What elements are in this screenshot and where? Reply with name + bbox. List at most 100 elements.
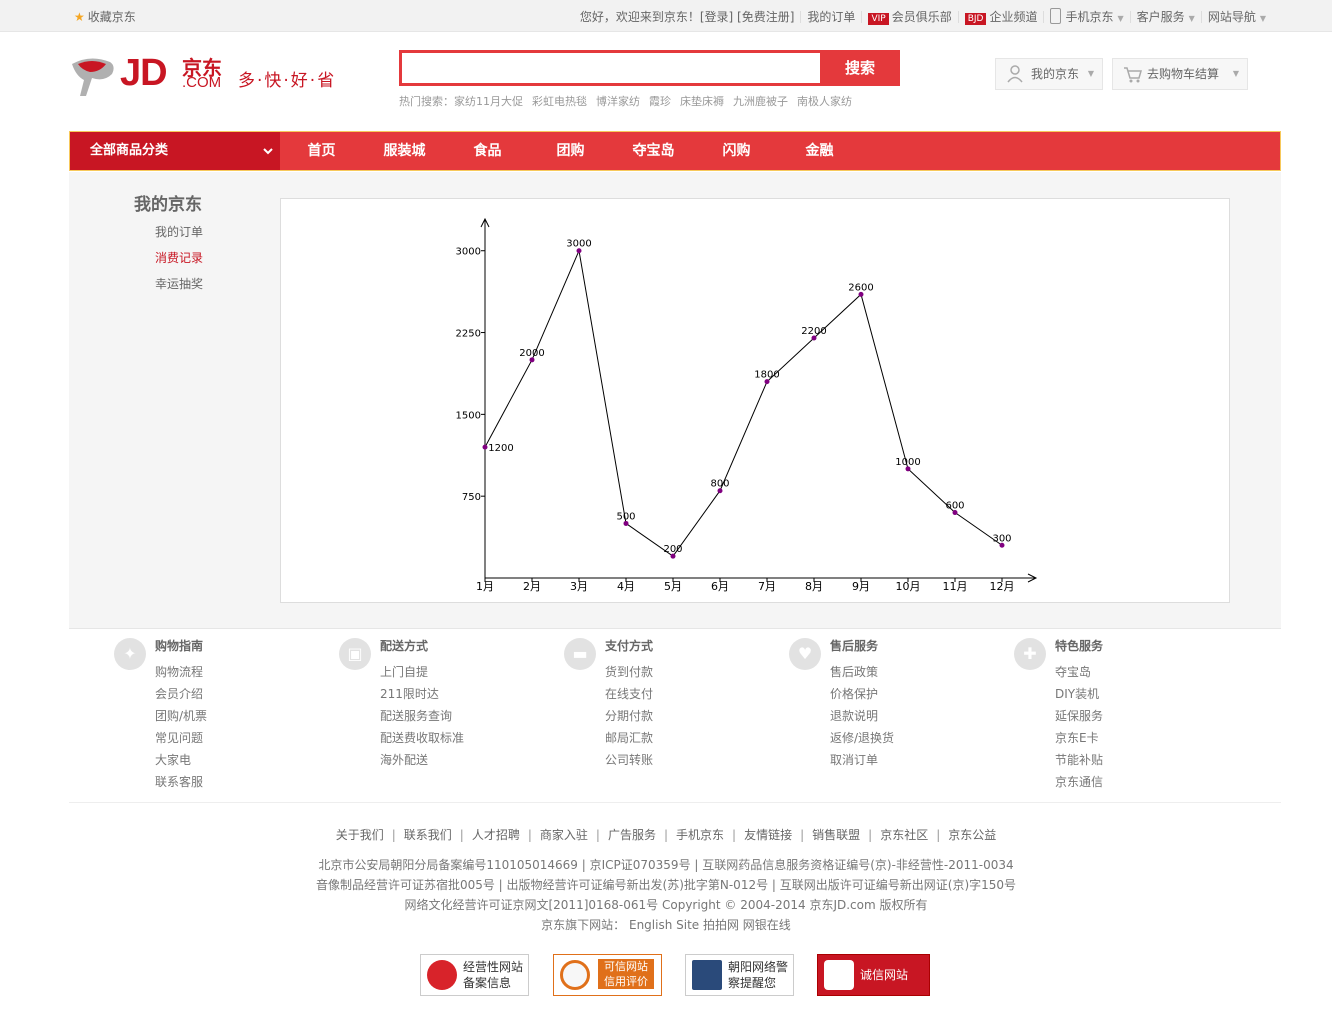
- cart-button[interactable]: 去购物车结算 ▼: [1112, 58, 1248, 90]
- top-bar: ★ 收藏京东 您好，欢迎来到京东！[登录] [免费注册] 我的订单 VIP 会员俱乐…: [0, 0, 1332, 32]
- footer-link[interactable]: 海外配送: [380, 751, 428, 768]
- x-tick-label: 9月: [852, 580, 870, 593]
- nav-clothing[interactable]: 服装城: [363, 132, 446, 170]
- greeting-login-register[interactable]: 您好，欢迎来到京东！[登录] [免费注册]: [574, 8, 801, 25]
- nav-flash-sale[interactable]: 闪购: [695, 132, 778, 170]
- footer-link[interactable]: 邮局汇款: [605, 729, 653, 746]
- cert-police[interactable]: 朝阳网络警 察提醒您: [685, 954, 794, 996]
- footer-bottom-link[interactable]: 友情链接: [744, 828, 792, 842]
- divider: |: [459, 828, 464, 842]
- chevron-down-icon: ▼: [1259, 14, 1266, 23]
- all-categories-menu[interactable]: 全部商品分类: [70, 132, 280, 170]
- hot-term[interactable]: 九洲鹿被子: [733, 95, 788, 108]
- nav-home[interactable]: 首页: [280, 132, 363, 170]
- footer-link[interactable]: 团购/机票: [155, 707, 207, 724]
- hot-term[interactable]: 霞珍: [649, 95, 671, 108]
- footer-bottom-link[interactable]: 销售联盟: [812, 828, 860, 842]
- footer-bottom-link[interactable]: 联系我们: [404, 828, 452, 842]
- footer-link[interactable]: 211限时达: [380, 685, 439, 702]
- divider: |: [868, 828, 873, 842]
- customer-service-menu[interactable]: 客户服务 ▼: [1131, 8, 1201, 25]
- footer-link[interactable]: 延保服务: [1055, 707, 1103, 724]
- hot-term[interactable]: 南极人家纺: [797, 95, 852, 108]
- content-area: 我的京东 我的订单 消费记录 幸运抽奖 750 1500 2250 3000 1月 2月 3…: [69, 172, 1281, 628]
- footer-link[interactable]: 配送服务查询: [380, 707, 452, 724]
- chevron-down-icon: ▼: [1117, 14, 1124, 23]
- sidebar-item-lucky-draw[interactable]: 幸运抽奖: [155, 275, 203, 292]
- my-jd-dropdown[interactable]: 我的京东 ▼: [995, 58, 1103, 90]
- hot-term[interactable]: 家纺11月大促: [454, 95, 523, 108]
- footer-bottom-link[interactable]: 京东社区: [880, 828, 928, 842]
- copyright-line: 网络文化经营许可证京网文[2011]0168-061号 Copyright © …: [404, 898, 928, 912]
- footer-link[interactable]: 售后政策: [830, 663, 878, 680]
- footer-link[interactable]: 会员介绍: [155, 685, 203, 702]
- footer-bottom-link[interactable]: 京东公益: [948, 828, 996, 842]
- footer-link[interactable]: 货到付款: [605, 663, 653, 680]
- footer-link[interactable]: 大家电: [155, 751, 191, 768]
- nav-group-buy[interactable]: 团购: [529, 132, 612, 170]
- nav-auction[interactable]: 夺宝岛: [612, 132, 695, 170]
- footer-link[interactable]: 在线支付: [605, 685, 653, 702]
- divider: |: [732, 828, 737, 842]
- footer-link[interactable]: 返修/退换货: [830, 729, 894, 746]
- site-nav-menu[interactable]: 网站导航 ▼: [1202, 8, 1272, 25]
- footer-link[interactable]: 上门自提: [380, 663, 428, 680]
- cert-business-record[interactable]: 经营性网站 备案信息: [420, 954, 529, 996]
- footer-link[interactable]: 退款说明: [830, 707, 878, 724]
- footer-bottom-link[interactable]: 广告服务: [608, 828, 656, 842]
- footer-link[interactable]: 配送费收取标准: [380, 729, 464, 746]
- chevron-down-icon: ▼: [1188, 14, 1195, 23]
- credit-icon: [824, 960, 854, 990]
- footer-column-title: 配送方式: [380, 639, 429, 653]
- footer-link[interactable]: 取消订单: [830, 751, 878, 768]
- nav-food[interactable]: 食品: [446, 132, 529, 170]
- hot-term[interactable]: 博洋家纺: [596, 95, 640, 108]
- cert-trusted-site[interactable]: 可信网站 信用评价: [553, 954, 662, 996]
- footer-link[interactable]: 京东通信: [1055, 773, 1103, 790]
- mobile-jd-menu[interactable]: 手机京东 ▼: [1044, 8, 1129, 25]
- footer-link[interactable]: 夺宝岛: [1055, 663, 1091, 680]
- logo-jd-text: JD: [120, 52, 168, 94]
- y-tick-label: 750: [462, 492, 481, 503]
- footer-divider: [69, 628, 1281, 629]
- footer-bottom-link[interactable]: 商家入驻: [540, 828, 588, 842]
- hot-term[interactable]: 彩虹电热毯: [532, 95, 587, 108]
- favorite-link[interactable]: ★ 收藏京东: [74, 8, 136, 25]
- footer-link[interactable]: 公司转账: [605, 751, 653, 768]
- x-tick-label: 10月: [896, 580, 921, 593]
- member-club-link[interactable]: VIP 会员俱乐部: [862, 8, 957, 25]
- divider: |: [800, 828, 805, 842]
- footer-link[interactable]: 分期付款: [605, 707, 653, 724]
- divider: |: [663, 828, 669, 842]
- bjd-badge: BJD: [964, 13, 987, 25]
- police-icon: [692, 960, 722, 990]
- footer-link[interactable]: 常见问题: [155, 729, 203, 746]
- footer-link[interactable]: 购物流程: [155, 663, 203, 680]
- cert-credit-site[interactable]: 诚信网站: [817, 954, 930, 996]
- footer-bottom-link[interactable]: 手机京东: [676, 828, 724, 842]
- hot-term[interactable]: 床垫床褥: [680, 95, 724, 108]
- search-button[interactable]: 搜索: [820, 50, 900, 86]
- footer-link[interactable]: 价格保护: [830, 685, 878, 702]
- footer-bottom-link[interactable]: 关于我们: [336, 828, 384, 842]
- my-orders-link[interactable]: 我的订单: [801, 8, 861, 25]
- sidebar-item-spending-record[interactable]: 消费记录: [155, 249, 203, 266]
- footer-bottom-link[interactable]: 人才招聘: [472, 828, 520, 842]
- y-tick-label: 3000: [456, 247, 481, 258]
- nav-finance[interactable]: 金融: [778, 132, 861, 170]
- x-tick-label: 7月: [758, 580, 776, 593]
- copyright-line: 北京市公安局朝阳分局备案编号110105014669 | 京ICP证070359…: [318, 858, 1014, 872]
- search-input[interactable]: [399, 50, 820, 86]
- footer-link[interactable]: 京东E卡: [1055, 729, 1099, 746]
- sidebar-item-my-orders[interactable]: 我的订单: [155, 223, 203, 240]
- footer-column: ✦ 购物指南 购物流程 会员介绍 团购/机票 常见问题 大家电 联系客服: [70, 636, 270, 796]
- footer-link[interactable]: 节能补贴: [1055, 751, 1103, 768]
- emblem-icon: [427, 960, 457, 990]
- enterprise-link[interactable]: BJD 企业频道: [959, 8, 1044, 25]
- footer-link[interactable]: 联系客服: [155, 773, 203, 790]
- footer-link[interactable]: DIY装机: [1055, 685, 1099, 702]
- jd-logo[interactable]: JD 京东 .COM 多·快·好·省: [70, 50, 340, 102]
- x-tick-label: 8月: [805, 580, 823, 593]
- divider: |: [936, 828, 941, 842]
- chevron-down-icon: ▼: [1232, 69, 1239, 78]
